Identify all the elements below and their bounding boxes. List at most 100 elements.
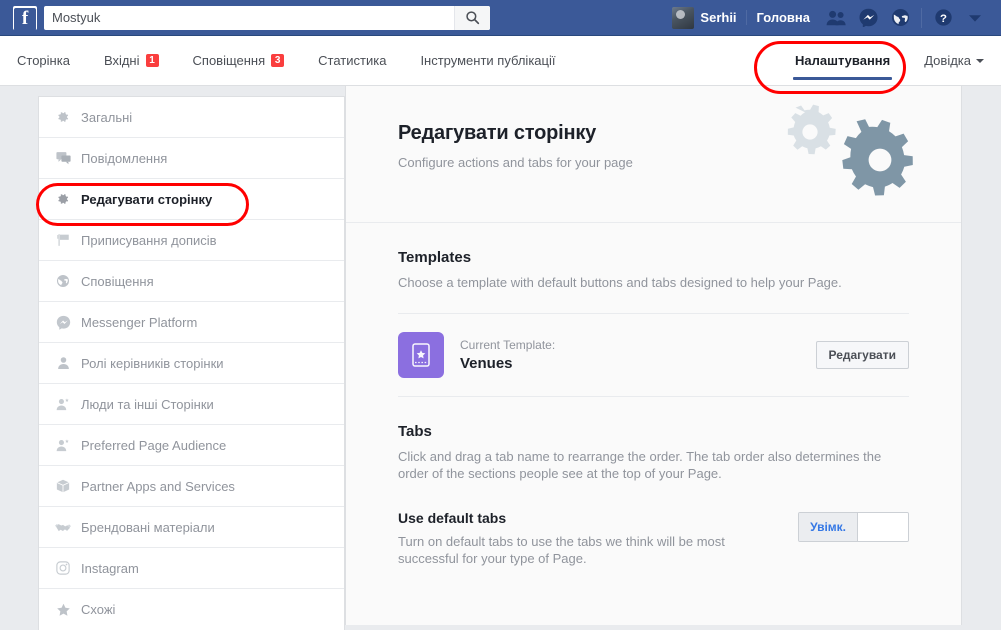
box-icon xyxy=(53,479,73,493)
user-name-link[interactable]: Serhii xyxy=(700,10,745,25)
friend-requests-button[interactable] xyxy=(820,3,852,33)
globe-notifications-icon xyxy=(891,8,909,27)
sidebar-item-notifications[interactable]: Сповіщення xyxy=(39,261,344,302)
sidebar-item-branded-content-label: Брендовані матеріали xyxy=(81,519,215,535)
nav-tab-notifications[interactable]: Сповіщення 3 xyxy=(176,36,302,86)
person-star-icon xyxy=(53,397,73,411)
messenger-button[interactable] xyxy=(852,3,884,33)
search-input[interactable] xyxy=(44,6,454,29)
sidebar-item-page-roles-label: Ролі керівників сторінки xyxy=(81,355,224,371)
sidebar-item-edit-page[interactable]: Редагувати сторінку xyxy=(39,179,344,220)
messenger-icon xyxy=(53,315,73,330)
help-button[interactable]: ? xyxy=(927,3,959,33)
use-default-tabs-toggle[interactable]: Увімк. xyxy=(798,512,909,542)
use-default-tabs-text: Use default tabs Turn on default tabs to… xyxy=(398,510,782,567)
facebook-logo-letter: f xyxy=(14,7,36,30)
sidebar-item-messaging-label: Повідомлення xyxy=(81,150,168,166)
gear-icon xyxy=(53,192,73,206)
sidebar-item-messenger-platform-label: Messenger Platform xyxy=(81,314,198,330)
globe-icon xyxy=(53,274,73,288)
nav-tab-notifications-label: Сповіщення xyxy=(192,53,266,68)
tabs-section: Tabs Click and drag a tab name to rearra… xyxy=(346,397,961,567)
sidebar-item-post-attribution[interactable]: Приписування дописів xyxy=(39,220,344,261)
use-default-tabs-title: Use default tabs xyxy=(398,510,507,526)
page-body: Загальні Повідомлення Редагувати сторінк… xyxy=(0,86,1001,630)
account-dropdown-button[interactable] xyxy=(959,3,991,33)
nav-tab-insights-label: Статистика xyxy=(318,53,387,68)
svg-text:?: ? xyxy=(940,13,947,25)
sidebar-item-general-label: Загальні xyxy=(81,109,133,125)
sidebar-item-messaging[interactable]: Повідомлення xyxy=(39,138,344,179)
edit-page-hero: Редагувати сторінку Configure actions an… xyxy=(346,86,961,223)
nav-tab-publishing-tools-label: Інструменти публікації xyxy=(420,53,556,68)
nav-tab-settings[interactable]: Налаштування xyxy=(778,36,907,86)
gears-illustration xyxy=(739,92,919,221)
use-default-tabs-row: Use default tabs Turn on default tabs to… xyxy=(398,510,909,567)
sidebar-item-general[interactable]: Загальні xyxy=(39,97,344,138)
search-button[interactable] xyxy=(454,5,490,30)
edit-template-button[interactable]: Редагувати xyxy=(815,341,909,369)
nav-tab-insights[interactable]: Статистика xyxy=(301,36,403,86)
star-icon xyxy=(53,603,73,617)
chevron-down-icon xyxy=(976,58,984,63)
nav-tab-inbox-label: Вхідні xyxy=(103,53,140,68)
facebook-logo[interactable]: f xyxy=(13,5,37,30)
search-box[interactable] xyxy=(44,5,490,30)
person-star-icon xyxy=(53,438,73,452)
sidebar-item-partner-apps-label: Partner Apps and Services xyxy=(81,478,235,494)
current-template-caption: Current Template: xyxy=(460,338,556,352)
user-avatar[interactable] xyxy=(672,6,695,29)
templates-description: Choose a template with default buttons a… xyxy=(398,275,842,290)
sidebar-item-preferred-page-audience-label: Preferred Page Audience xyxy=(81,437,227,453)
sidebar-item-messenger-platform[interactable]: Messenger Platform xyxy=(39,302,344,343)
current-template-name: Venues xyxy=(460,355,513,372)
nav-tab-page-label: Сторінка xyxy=(17,53,70,68)
tabs-heading: Tabs xyxy=(398,423,432,440)
chevron-down-icon xyxy=(969,14,981,22)
templates-section: Templates Choose a template with default… xyxy=(346,223,961,397)
nav-help-menu-label: Довідка xyxy=(924,53,971,68)
sidebar-item-featured[interactable]: Схожі xyxy=(39,589,344,630)
sidebar-item-partner-apps[interactable]: Partner Apps and Services xyxy=(39,466,344,507)
nav-help-menu[interactable]: Довідка xyxy=(907,36,1001,86)
top-bar-divider xyxy=(921,7,922,28)
sidebar-item-people-and-pages[interactable]: Люди та інші Сторінки xyxy=(39,384,344,425)
templates-heading: Templates xyxy=(398,249,472,266)
sidebar-item-notifications-label: Сповіщення xyxy=(81,273,154,289)
settings-content-card: Редагувати сторінку Configure actions an… xyxy=(345,86,962,625)
sidebar-item-instagram-label: Instagram xyxy=(81,560,139,576)
current-template-row: Current Template: Venues Редагувати xyxy=(398,314,909,397)
handshake-icon xyxy=(53,521,73,534)
home-link[interactable]: Головна xyxy=(745,10,820,25)
sidebar-item-edit-page-label: Редагувати сторінку xyxy=(81,191,213,207)
toggle-off-side[interactable] xyxy=(858,513,908,541)
notifications-button[interactable] xyxy=(884,3,916,33)
sidebar-item-preferred-page-audience[interactable]: Preferred Page Audience xyxy=(39,425,344,466)
use-default-tabs-description: Turn on default tabs to use the tabs we … xyxy=(398,534,725,566)
gear-light-icon xyxy=(787,104,836,155)
gear-dark-icon xyxy=(842,119,913,196)
nav-tab-publishing-tools[interactable]: Інструменти публікації xyxy=(403,36,572,86)
sidebar-item-page-roles[interactable]: Ролі керівників сторінки xyxy=(39,343,344,384)
page-nav-right-cluster: Налаштування Довідка xyxy=(778,36,1001,86)
current-template-text: Current Template: Venues xyxy=(460,338,816,372)
gear-icon xyxy=(53,110,73,124)
nav-tab-inbox[interactable]: Вхідні 1 xyxy=(87,36,176,86)
messenger-icon xyxy=(858,8,878,27)
sidebar-item-instagram[interactable]: Instagram xyxy=(39,548,344,589)
nav-tab-notifications-badge: 3 xyxy=(271,54,285,67)
toggle-on-label[interactable]: Увімк. xyxy=(799,513,858,541)
person-icon xyxy=(53,356,73,370)
sidebar-item-branded-content[interactable]: Брендовані матеріали xyxy=(39,507,344,548)
tabs-description: Click and drag a tab name to rearrange t… xyxy=(398,449,882,481)
settings-sidebar: Загальні Повідомлення Редагувати сторінк… xyxy=(38,96,345,630)
nav-tab-settings-label: Налаштування xyxy=(795,53,891,68)
chat-icon xyxy=(53,151,73,165)
sidebar-item-post-attribution-label: Приписування дописів xyxy=(81,232,217,248)
ticket-icon xyxy=(398,332,444,378)
sidebar-item-featured-label: Схожі xyxy=(81,602,116,617)
facebook-top-bar: f Serhii Головна xyxy=(0,0,1001,36)
nav-tab-page[interactable]: Сторінка xyxy=(0,36,87,86)
sidebar-item-people-and-pages-label: Люди та інші Сторінки xyxy=(81,396,214,412)
search-icon xyxy=(466,11,480,25)
